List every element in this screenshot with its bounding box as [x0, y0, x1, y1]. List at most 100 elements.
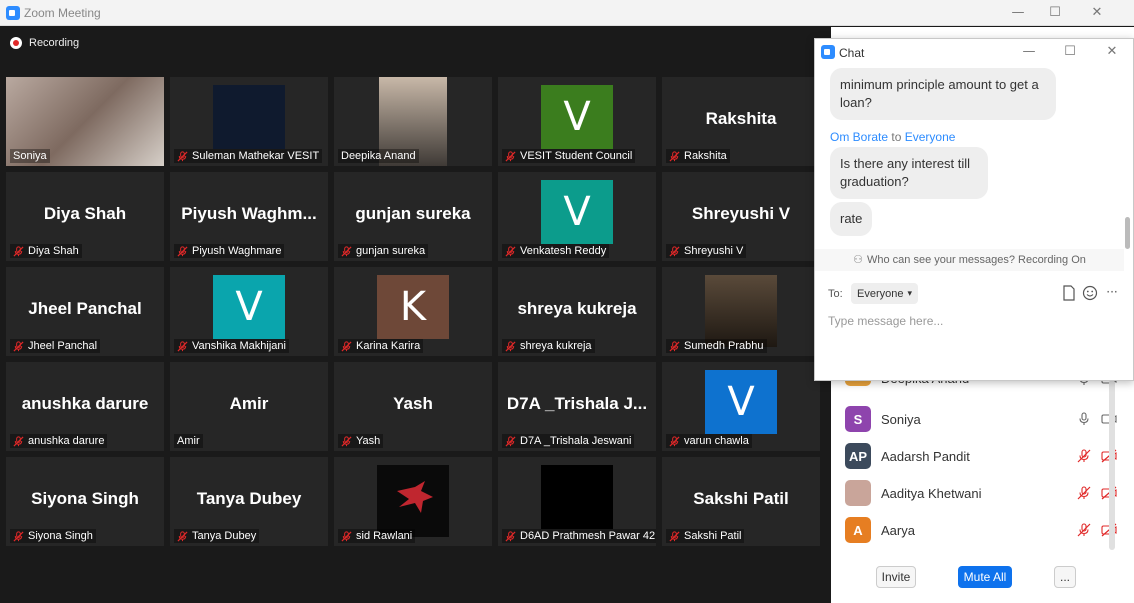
participant-tile[interactable]: Siyona Singh Siyona Singh [6, 457, 164, 546]
participant-name: Aadarsh Pandit [881, 448, 970, 464]
participant-name: Soniya [881, 411, 921, 427]
participant-tile[interactable]: Sakshi Patil Sakshi Patil [662, 457, 820, 546]
tile-display-name: Siyona Singh [31, 489, 139, 508]
muted-mic-icon [341, 530, 352, 542]
participant-tile[interactable]: Diya Shah Diya Shah [6, 172, 164, 261]
participant-tile[interactable]: V VESIT Student Council [498, 77, 656, 166]
more-icon[interactable]: ··· [1104, 285, 1120, 301]
muted-mic-icon[interactable] [1077, 523, 1091, 537]
participant-name: Aaditya Khetwani [881, 485, 982, 501]
recipient-dropdown[interactable]: Everyone ▾ [851, 283, 919, 304]
participant-tile[interactable]: Piyush Waghm... Piyush Waghmare [170, 172, 328, 261]
tile-name-text: Sakshi Patil [684, 530, 742, 542]
chat-privacy-note[interactable]: ⚇ Who can see your messages? Recording On [815, 249, 1124, 271]
invite-button[interactable]: Invite [876, 566, 916, 588]
tile-name-label: Rakshita [666, 149, 730, 163]
muted-mic-icon [505, 245, 516, 257]
file-icon[interactable] [1061, 285, 1077, 301]
tile-name-label: Tanya Dubey [174, 529, 260, 543]
participant-tile[interactable]: Sumedh Prabhu [662, 267, 820, 356]
muted-mic-icon[interactable] [1077, 449, 1091, 463]
zoom-app-icon [6, 6, 20, 20]
more-options-button[interactable]: ... [1054, 566, 1076, 588]
participant-tile[interactable]: Tanya Dubey Tanya Dubey [170, 457, 328, 546]
participant-tile[interactable]: D7A _Trishala J... D7A _Trishala Jeswani [498, 362, 656, 451]
emoji-icon[interactable] [1082, 285, 1098, 301]
tile-name-label: Jheel Panchal [10, 339, 101, 353]
chat-close-button[interactable]: ✕ [1102, 42, 1122, 62]
video-feed [541, 465, 613, 529]
muted-mic-icon [177, 245, 188, 257]
tile-name-label: Yash [338, 434, 384, 448]
tile-name-label: Diya Shah [10, 244, 82, 258]
participants-scrollbar[interactable] [1109, 380, 1115, 550]
chat-title: Chat [839, 46, 865, 60]
person-lock-icon: ⚇ [853, 253, 863, 266]
participant-row[interactable]: AP Aadarsh Pandit [845, 442, 1125, 470]
participant-avatar: S [845, 406, 871, 432]
tile-name-label: Sumedh Prabhu [666, 339, 767, 353]
participant-tile[interactable]: Deepika Anand [334, 77, 492, 166]
chat-message-input[interactable] [828, 311, 1118, 331]
participant-row[interactable]: Aaditya Khetwani [845, 479, 1125, 507]
mic-icon[interactable] [1077, 412, 1091, 426]
muted-mic-icon [177, 530, 188, 542]
participant-tile[interactable]: Soniya [6, 77, 164, 166]
muted-mic-icon [505, 340, 516, 352]
participant-tile[interactable]: Jheel Panchal Jheel Panchal [6, 267, 164, 356]
tile-name-text: Karina Karira [356, 340, 421, 352]
tile-name-text: Siyona Singh [28, 530, 93, 542]
muted-mic-icon [505, 150, 516, 162]
participant-tile[interactable]: shreya kukreja shreya kukreja [498, 267, 656, 356]
tile-name-text: varun chawla [684, 435, 749, 447]
tile-name-label: Shreyushi V [666, 244, 747, 258]
participant-row[interactable]: S Soniya [845, 405, 1125, 433]
muted-mic-icon [341, 435, 352, 447]
tile-avatar: V [213, 275, 285, 339]
tile-name-label: gunjan sureka [338, 244, 429, 258]
recording-label: Recording [29, 37, 80, 49]
participant-tile[interactable]: K Karina Karira [334, 267, 492, 356]
close-button[interactable]: ✕ [1087, 3, 1107, 23]
participant-tile[interactable]: Yash Yash [334, 362, 492, 451]
participant-tile[interactable]: Vvarun chawla [662, 362, 820, 451]
participant-tile[interactable]: sid Rawlani [334, 457, 492, 546]
participant-row[interactable]: A Aarya [845, 516, 1125, 544]
mute-all-button[interactable]: Mute All [958, 566, 1012, 588]
participant-avatar: AP [845, 443, 871, 469]
participant-tile[interactable]: gunjan sureka gunjan sureka [334, 172, 492, 261]
window-title: Zoom Meeting [24, 6, 101, 20]
chat-scrollbar[interactable] [1125, 217, 1130, 249]
participant-tile[interactable]: anushka darure anushka darure [6, 362, 164, 451]
participant-tile[interactable]: D6AD Prathmesh Pawar 42 [498, 457, 656, 546]
minimize-button[interactable]: — [1008, 3, 1028, 23]
maximize-button[interactable]: ☐ [1045, 3, 1065, 23]
tile-name-text: Venkatesh Reddy [520, 245, 607, 257]
participant-tile[interactable]: Suleman Mathekar VESIT [170, 77, 328, 166]
video-gallery: Recording Soniya Suleman Mathekar VESIT De… [0, 27, 831, 603]
tile-name-text: shreya kukreja [520, 340, 592, 352]
muted-mic-icon [341, 340, 352, 352]
tile-name-text: Tanya Dubey [192, 530, 257, 542]
chat-minimize-button[interactable]: — [1019, 42, 1039, 62]
participant-grid: Soniya Suleman Mathekar VESIT Deepika Anan… [6, 77, 821, 546]
participant-tile[interactable]: Amir Amir [170, 362, 328, 451]
zoom-app-icon [821, 45, 835, 59]
chevron-down-icon: ▾ [907, 288, 913, 299]
participant-tile[interactable]: V Vanshika Makhijani [170, 267, 328, 356]
participant-tile[interactable]: Rakshita Rakshita [662, 77, 820, 166]
tile-name-text: Shreyushi V [684, 245, 744, 257]
chat-maximize-button[interactable]: ☐ [1060, 42, 1080, 62]
muted-mic-icon [13, 340, 24, 352]
tile-name-text: Yash [356, 435, 381, 447]
tile-name-text: Amir [177, 435, 200, 447]
chat-message: rate [830, 202, 873, 236]
chat-sender[interactable]: Om Borate [830, 130, 888, 144]
muted-mic-icon [13, 435, 24, 447]
chat-titlebar: Chat — ☐ ✕ [815, 39, 1133, 65]
recording-indicator[interactable]: Recording [10, 37, 79, 49]
participant-tile[interactable]: V Venkatesh Reddy [498, 172, 656, 261]
recording-icon [10, 37, 22, 49]
muted-mic-icon[interactable] [1077, 486, 1091, 500]
participant-tile[interactable]: Shreyushi V Shreyushi V [662, 172, 820, 261]
